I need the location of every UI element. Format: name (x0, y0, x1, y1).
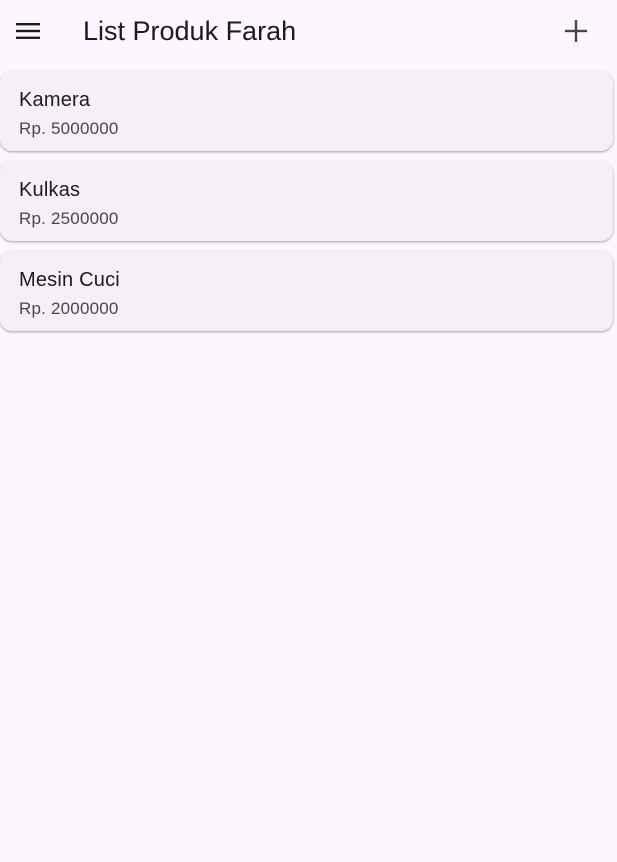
menu-icon (16, 23, 40, 39)
product-name: Kamera (19, 89, 91, 111)
product-name: Mesin Cuci (19, 269, 120, 291)
page-title: List Produk Farah (83, 16, 297, 46)
app-bar: List Produk Farah (0, 0, 617, 62)
product-name: Kulkas (19, 179, 81, 201)
product-card-kulkas[interactable]: Kulkas Rp. 2500000 (0, 161, 613, 241)
menu-button[interactable] (8, 11, 48, 51)
product-price: Rp. 2000000 (19, 299, 119, 318)
add-icon (565, 20, 587, 42)
product-card-kamera[interactable]: Kamera Rp. 5000000 (0, 71, 613, 151)
product-price: Rp. 5000000 (19, 119, 119, 138)
add-product-button[interactable] (556, 11, 596, 51)
product-card-mesin-cuci[interactable]: Mesin Cuci Rp. 2000000 (0, 251, 613, 331)
product-price: Rp. 2500000 (19, 209, 119, 228)
product-list: Kamera Rp. 5000000 Kulkas Rp. 2500000 Me… (0, 71, 617, 341)
